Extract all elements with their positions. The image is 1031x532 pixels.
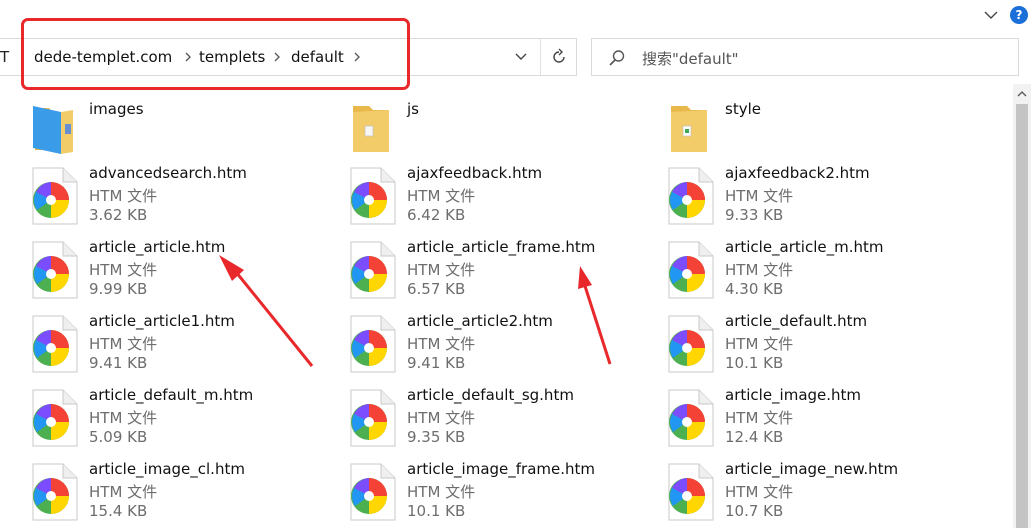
file-name: article_image_cl.htm <box>89 460 245 478</box>
expand-ribbon-button[interactable] <box>976 2 1006 28</box>
file-item[interactable]: article_image_new.htm HTM 文件 10.7 KB <box>667 460 967 532</box>
scroll-up-button[interactable] <box>1013 84 1031 102</box>
refresh-icon <box>553 48 565 63</box>
file-name: article_image_new.htm <box>725 460 899 478</box>
file-type: HTM 文件 <box>725 261 794 279</box>
folder-icon <box>353 106 389 152</box>
file-type: HTM 文件 <box>407 187 476 205</box>
file-name: article_article2.htm <box>407 312 553 330</box>
file-size: 10.1 KB <box>725 354 784 372</box>
file-name: article_article1.htm <box>89 312 235 330</box>
file-size: 15.4 KB <box>89 502 148 520</box>
file-size: 5.09 KB <box>89 428 148 446</box>
address-history-dropdown[interactable] <box>504 39 538 75</box>
file-type: HTM 文件 <box>725 483 794 501</box>
file-type: HTM 文件 <box>407 335 476 353</box>
htm-file-icon <box>32 463 78 521</box>
folder-name: style <box>725 100 761 118</box>
file-item[interactable]: ajaxfeedback2.htm HTM 文件 9.33 KB <box>667 164 967 236</box>
annotation-highlight-box <box>21 18 410 90</box>
file-type: HTM 文件 <box>89 335 158 353</box>
file-type: HTM 文件 <box>725 187 794 205</box>
file-name: article_default_m.htm <box>89 386 254 404</box>
file-size: 12.4 KB <box>725 428 784 446</box>
file-item[interactable]: article_default_sg.htm HTM 文件 9.35 KB <box>349 386 649 458</box>
htm-file-icon <box>668 389 714 447</box>
file-name: article_article.htm <box>89 238 226 256</box>
file-item[interactable]: article_image.htm HTM 文件 12.4 KB <box>667 386 967 458</box>
scrollbar-thumb[interactable] <box>1016 104 1028 528</box>
file-type: HTM 文件 <box>407 409 476 427</box>
blue-folder-icon <box>33 106 73 154</box>
file-size: 10.1 KB <box>407 502 466 520</box>
file-type: HTM 文件 <box>725 409 794 427</box>
file-name: article_default.htm <box>725 312 868 330</box>
file-name: article_article_frame.htm <box>407 238 596 256</box>
htm-file-icon <box>668 463 714 521</box>
file-type: HTM 文件 <box>407 261 476 279</box>
file-type: HTM 文件 <box>89 483 158 501</box>
chevron-down-icon <box>515 53 527 60</box>
file-type: HTM 文件 <box>89 187 158 205</box>
address-truncated-prefix: T <box>0 48 10 66</box>
file-item[interactable]: article_default.htm HTM 文件 10.1 KB <box>667 312 967 384</box>
htm-file-icon <box>32 315 78 373</box>
htm-file-icon <box>350 315 396 373</box>
htm-file-icon <box>350 389 396 447</box>
folder-item[interactable]: js <box>349 98 649 168</box>
htm-file-icon <box>350 463 396 521</box>
folder-item[interactable]: style <box>667 98 967 168</box>
file-size: 10.7 KB <box>725 502 784 520</box>
refresh-button[interactable] <box>540 39 577 75</box>
htm-file-icon <box>668 241 714 299</box>
file-name: article_article_m.htm <box>725 238 884 256</box>
file-size: 9.35 KB <box>407 428 466 446</box>
htm-file-icon <box>32 389 78 447</box>
file-name: article_image_frame.htm <box>407 460 596 478</box>
htm-file-icon <box>32 167 78 225</box>
file-size: 9.41 KB <box>407 354 466 372</box>
file-item[interactable]: article_default_m.htm HTM 文件 5.09 KB <box>31 386 331 458</box>
htm-file-icon <box>668 315 714 373</box>
file-name: article_image.htm <box>725 386 862 404</box>
file-size: 9.99 KB <box>89 280 148 298</box>
htm-file-icon <box>350 241 396 299</box>
file-item[interactable]: article_article_frame.htm HTM 文件 6.57 KB <box>349 238 649 310</box>
file-item[interactable]: article_article.htm HTM 文件 9.99 KB <box>31 238 331 310</box>
htm-file-icon <box>350 167 396 225</box>
search-input[interactable]: 搜索"default" <box>591 38 1019 76</box>
folder-icon <box>671 106 707 152</box>
file-item[interactable]: article_image_cl.htm HTM 文件 15.4 KB <box>31 460 331 532</box>
chevron-up-icon <box>1017 90 1027 96</box>
htm-file-icon <box>668 167 714 225</box>
file-item[interactable]: article_article_m.htm HTM 文件 4.30 KB <box>667 238 967 310</box>
chevron-down-icon <box>984 11 998 19</box>
help-icon[interactable]: ? <box>1010 6 1028 24</box>
file-size: 9.41 KB <box>89 354 148 372</box>
search-placeholder: 搜索"default" <box>642 50 739 68</box>
file-size: 6.42 KB <box>407 206 466 224</box>
file-item[interactable]: advancedsearch.htm HTM 文件 3.62 KB <box>31 164 331 236</box>
file-type: HTM 文件 <box>89 261 158 279</box>
file-size: 3.62 KB <box>89 206 148 224</box>
file-type: HTM 文件 <box>725 335 794 353</box>
file-size: 6.57 KB <box>407 280 466 298</box>
file-size: 4.30 KB <box>725 280 784 298</box>
file-name: advancedsearch.htm <box>89 164 247 182</box>
search-icon <box>609 50 625 66</box>
file-item[interactable]: article_article1.htm HTM 文件 9.41 KB <box>31 312 331 384</box>
file-name: ajaxfeedback2.htm <box>725 164 870 182</box>
folder-name: js <box>407 100 419 118</box>
file-name: article_default_sg.htm <box>407 386 574 404</box>
file-size: 9.33 KB <box>725 206 784 224</box>
file-type: HTM 文件 <box>407 483 476 501</box>
file-item[interactable]: article_article2.htm HTM 文件 9.41 KB <box>349 312 649 384</box>
htm-file-icon <box>32 241 78 299</box>
file-type: HTM 文件 <box>89 409 158 427</box>
file-name: ajaxfeedback.htm <box>407 164 543 182</box>
file-item[interactable]: article_image_frame.htm HTM 文件 10.1 KB <box>349 460 649 532</box>
folder-item[interactable]: images <box>31 98 331 168</box>
folder-name: images <box>89 100 144 118</box>
file-item[interactable]: ajaxfeedback.htm HTM 文件 6.42 KB <box>349 164 649 236</box>
